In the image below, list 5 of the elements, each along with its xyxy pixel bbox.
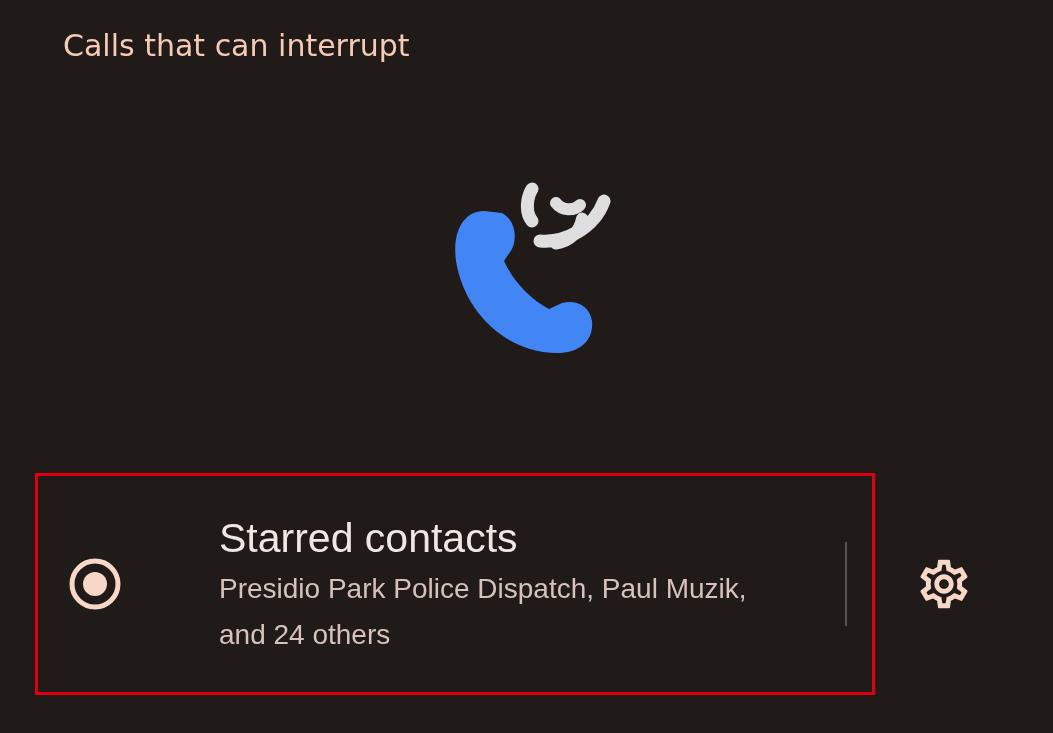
starred-contacts-option[interactable]: Starred contacts Presidio Park Police Dispatch, Paul Muzik, and 24 others xyxy=(35,473,875,695)
section-title: Calls that can interrupt xyxy=(63,27,410,65)
radio-button[interactable] xyxy=(68,557,122,611)
option-title: Starred contacts xyxy=(219,514,519,563)
option-summary: Presidio Park Police Dispatch, Paul Muzik, and 24 others xyxy=(219,572,748,652)
